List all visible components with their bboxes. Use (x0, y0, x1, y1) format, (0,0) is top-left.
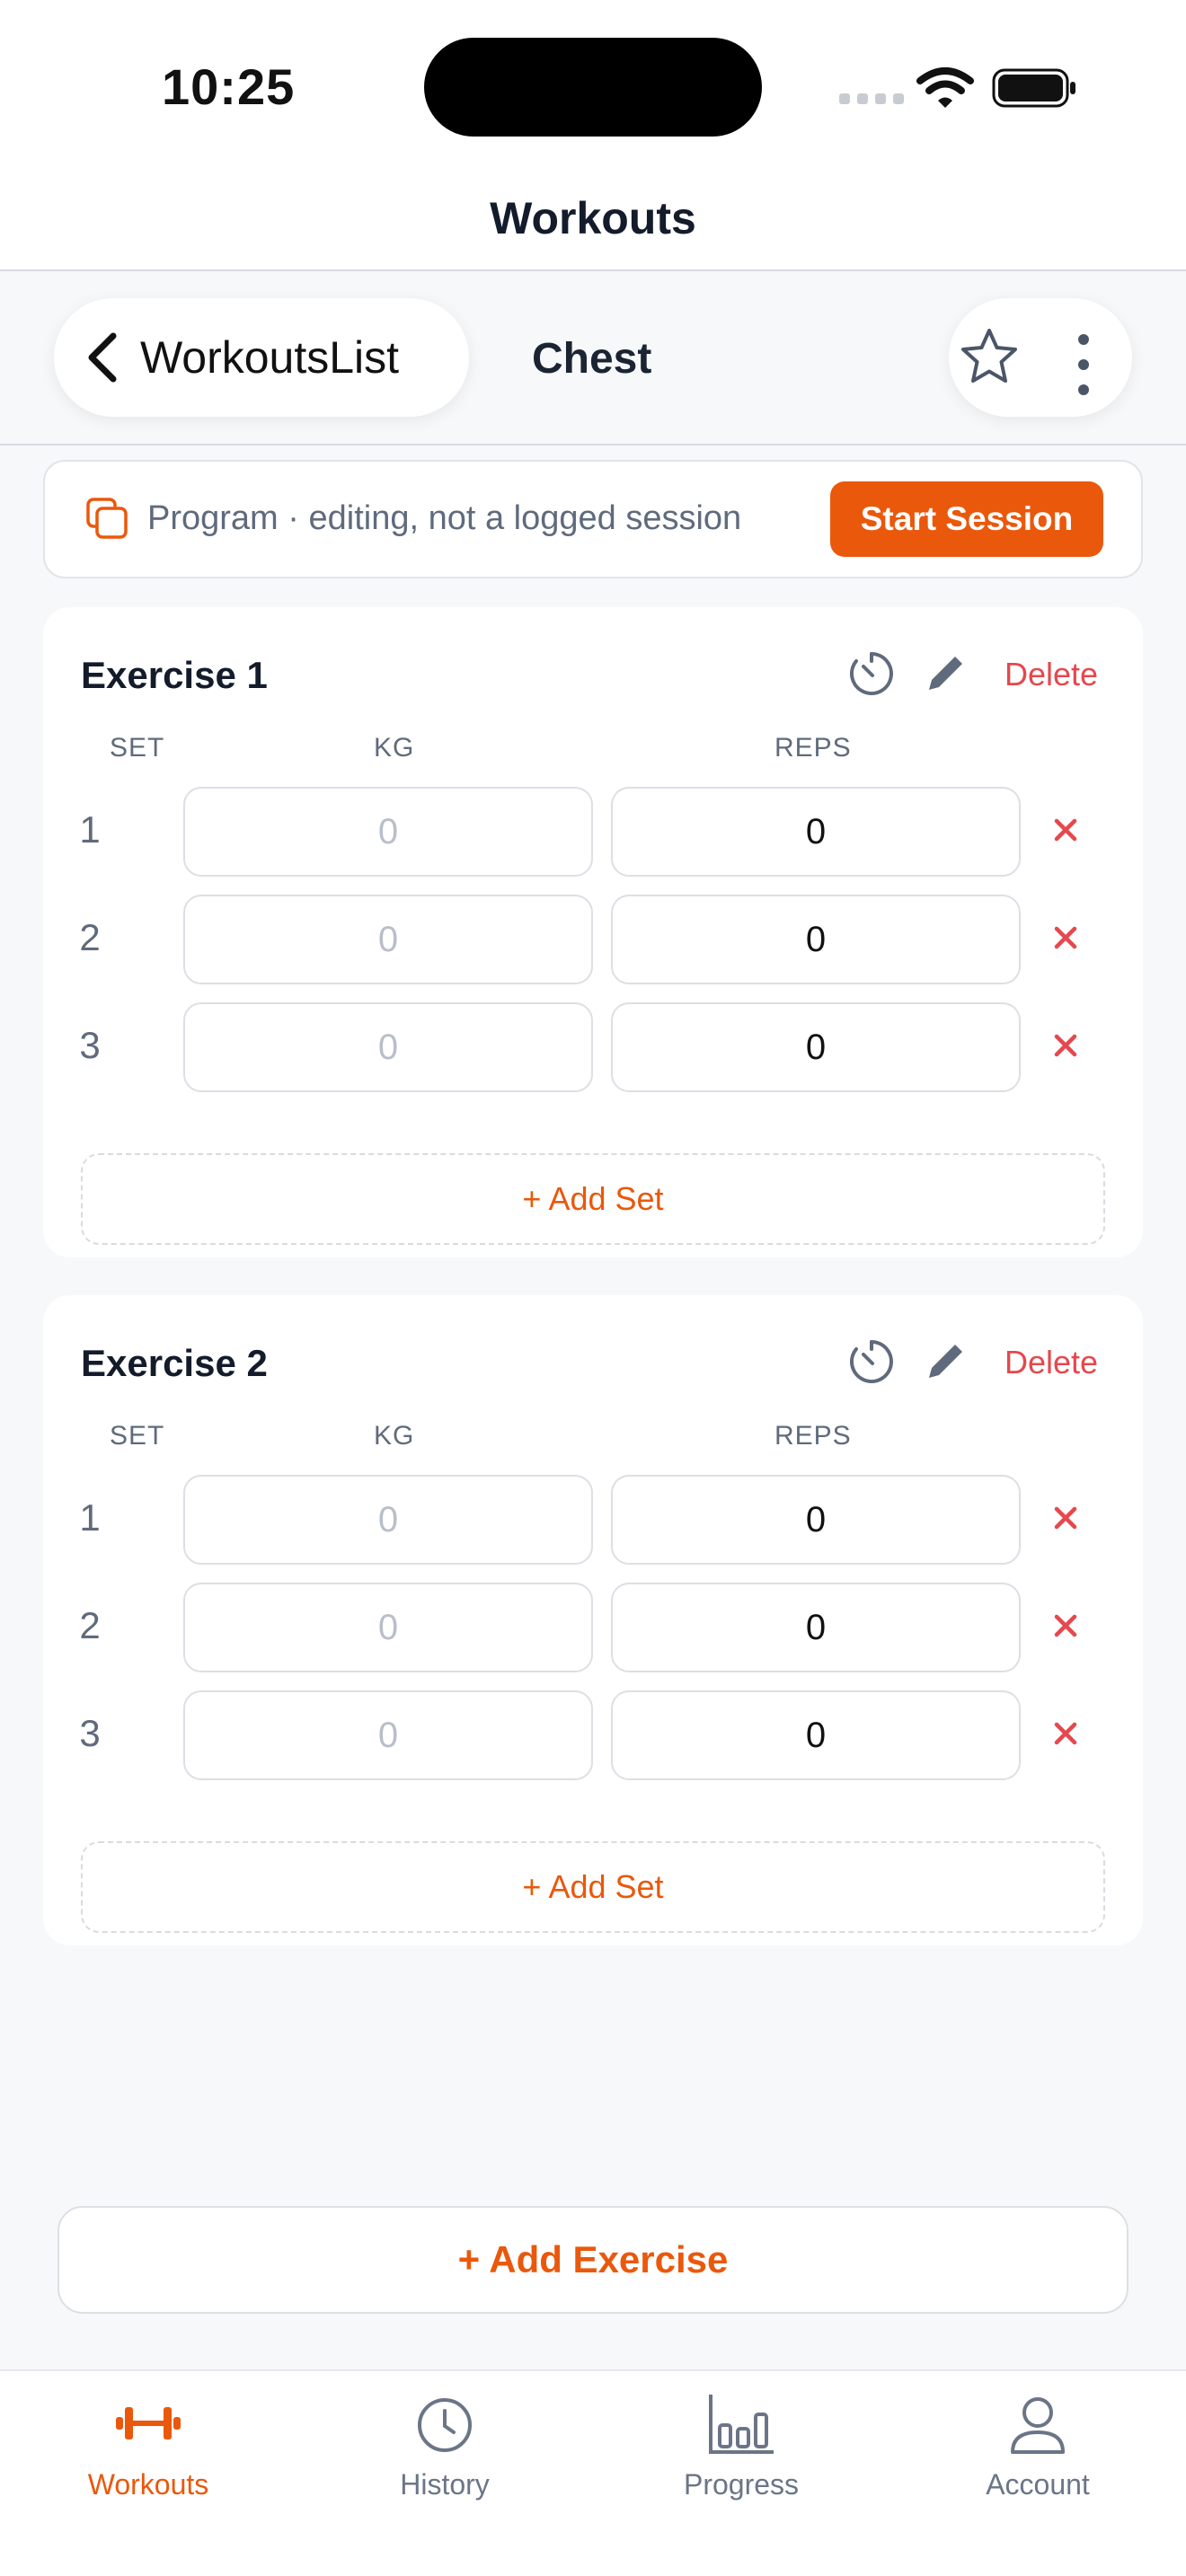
status-bar: 10:25 (0, 0, 1186, 162)
set-row: 2 0 0 (43, 1583, 1143, 1672)
column-header-set: SET (110, 1421, 165, 1451)
add-exercise-button[interactable]: + Add Exercise (58, 2206, 1128, 2314)
delete-exercise-button[interactable]: Delete (1005, 656, 1098, 693)
remove-set-icon[interactable] (1048, 1500, 1084, 1536)
kg-input[interactable]: 0 (183, 1583, 593, 1672)
kg-input[interactable]: 0 (183, 1002, 593, 1092)
tab-progress[interactable]: Progress (593, 2387, 890, 2531)
pencil-icon[interactable] (924, 652, 967, 695)
tab-workouts[interactable]: Workouts (0, 2387, 296, 2531)
column-header-kg: KG (374, 733, 415, 763)
exercise-name: Exercise 1 (81, 654, 268, 696)
reps-input[interactable]: 0 (611, 1583, 1021, 1672)
set-number: 1 (79, 808, 101, 851)
reps-input[interactable]: 0 (611, 895, 1021, 984)
program-banner-text: Program · editing, not a logged session (147, 499, 742, 537)
back-button[interactable]: WorkoutsList (54, 298, 469, 417)
exercise-card: Exercise 2 Delete SET KG REPS 1 0 0 2 0 … (43, 1295, 1143, 1945)
page-title: Workouts (490, 193, 696, 243)
set-number: 2 (79, 916, 101, 958)
cellular-signal-icon (839, 93, 904, 104)
set-row: 1 0 0 (43, 787, 1143, 877)
column-header-set: SET (110, 733, 165, 763)
kg-input[interactable]: 0 (183, 1475, 593, 1565)
reps-input[interactable]: 0 (611, 787, 1021, 877)
remove-set-icon[interactable] (1048, 920, 1084, 956)
add-set-button[interactable]: + Add Set (81, 1153, 1105, 1245)
set-row: 3 0 0 (43, 1002, 1143, 1092)
dynamic-island (424, 38, 762, 137)
set-row: 3 0 0 (43, 1690, 1143, 1780)
navigation-bar: Workouts (0, 162, 1186, 271)
set-number: 2 (79, 1604, 101, 1646)
exercise-name: Exercise 2 (81, 1342, 268, 1384)
set-row: 1 0 0 (43, 1475, 1143, 1565)
set-number: 3 (79, 1712, 101, 1754)
workout-title: Chest (532, 335, 652, 383)
pencil-icon[interactable] (924, 1340, 967, 1383)
remove-set-icon[interactable] (1048, 1716, 1084, 1751)
reps-input[interactable]: 0 (611, 1690, 1021, 1780)
tab-account[interactable]: Account (890, 2387, 1186, 2531)
back-button-label: WorkoutsList (140, 332, 400, 383)
exercise-card: Exercise 1 Delete SET KG REPS 1 0 0 2 0 … (43, 607, 1143, 1257)
column-header-kg: KG (374, 1421, 415, 1451)
kg-input[interactable]: 0 (183, 787, 593, 877)
bar-chart-icon (709, 2395, 774, 2454)
remove-set-icon[interactable] (1048, 1608, 1084, 1644)
delete-exercise-button[interactable]: Delete (1005, 1344, 1098, 1381)
tab-label: Account (986, 2468, 1090, 2501)
tab-label: History (400, 2468, 490, 2501)
chevron-left-icon (88, 332, 117, 383)
timer-icon[interactable] (848, 1338, 895, 1385)
dumbbell-icon (116, 2407, 181, 2439)
tab-label: Workouts (87, 2468, 209, 2501)
tab-bar: Workouts History Progress Account (0, 2369, 1186, 2576)
kg-input[interactable]: 0 (183, 895, 593, 984)
star-icon[interactable] (960, 327, 1019, 384)
reps-input[interactable]: 0 (611, 1475, 1021, 1565)
set-number: 3 (79, 1024, 101, 1066)
person-icon (1011, 2397, 1065, 2454)
clock-icon (418, 2398, 472, 2452)
tab-label: Progress (683, 2468, 800, 2501)
copy-icon (86, 498, 128, 539)
set-row: 2 0 0 (43, 895, 1143, 984)
start-session-button[interactable]: Start Session (830, 481, 1103, 557)
status-time: 10:25 (162, 58, 296, 115)
set-number: 1 (79, 1496, 101, 1539)
add-set-button[interactable]: + Add Set (81, 1841, 1105, 1933)
timer-icon[interactable] (848, 650, 895, 697)
battery-icon (992, 68, 1075, 108)
column-header-reps: REPS (774, 733, 852, 763)
kg-input[interactable]: 0 (183, 1690, 593, 1780)
remove-set-icon[interactable] (1048, 1028, 1084, 1063)
remove-set-icon[interactable] (1048, 812, 1084, 848)
wifi-icon (916, 67, 974, 108)
more-options-icon[interactable] (1078, 334, 1089, 395)
column-header-reps: REPS (774, 1421, 852, 1451)
tab-history[interactable]: History (296, 2387, 593, 2531)
reps-input[interactable]: 0 (611, 1002, 1021, 1092)
program-banner: Program · editing, not a logged session … (43, 460, 1143, 578)
